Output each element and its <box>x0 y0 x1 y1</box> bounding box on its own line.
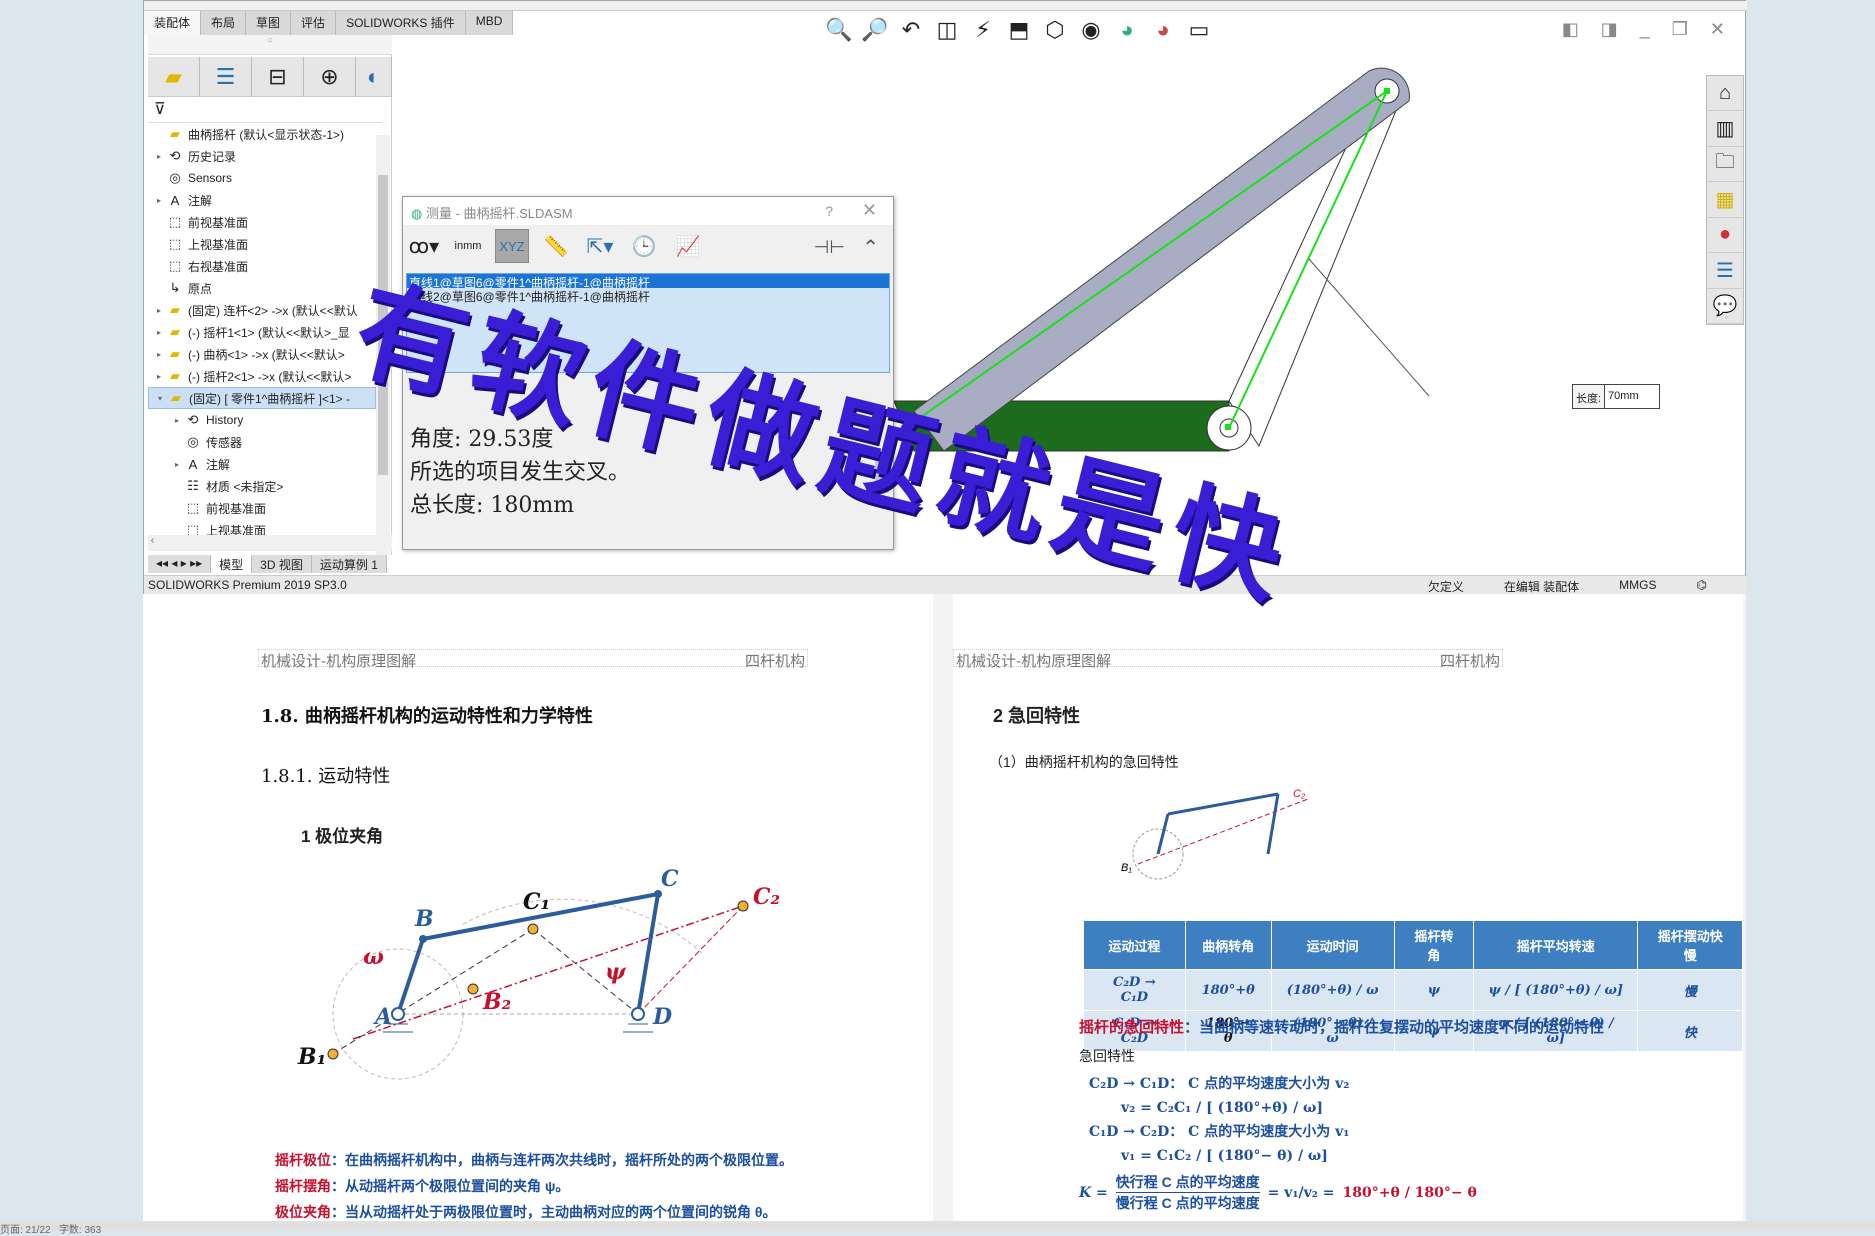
page-left: 机械设计-机构原理图解 四杆机构 1.8. 曲柄摇杆机构的运动特性和力学特性 1… <box>143 594 933 1231</box>
label-psi: ψ <box>605 959 627 985</box>
label-c2: C₂ <box>753 884 780 910</box>
pin-icon[interactable]: ⊣⊢ <box>814 237 845 258</box>
collapse-icon[interactable]: ⌃ <box>862 235 879 260</box>
results-scrollbar[interactable] <box>875 453 889 493</box>
label-c: C <box>661 866 679 892</box>
topic-heading: 1 极位夹角 <box>301 827 384 846</box>
solidworks-resources-icon[interactable]: ⌂ <box>1707 76 1743 112</box>
selection-item[interactable]: 直线2@草图6@零件1^曲柄摇杆-1@曲柄摇杆 <box>407 288 889 304</box>
quick-return-label: 急回特性 <box>1079 1048 1135 1064</box>
svg-text:B₁: B₁ <box>1121 862 1132 874</box>
measure-history-icon[interactable]: 🕒 <box>627 229 661 263</box>
measure-dialog: ◍ 测量 - 曲柄摇杆.SLDASM ? ✕ ꝏ▾ in mm XYZ 📏 ⇱▾ … <box>402 196 894 550</box>
formula-block: C₂D → C₁D： C 点的平均速度大小为 v₂ v₂ = C₂C₁ / [ … <box>1089 1076 1350 1164</box>
task-pane: ⌂ ▥ 🗀 ▦ ● ☰ 💬 <box>1706 75 1744 325</box>
view-palette-icon[interactable]: ▦ <box>1707 182 1743 218</box>
label-a: A <box>373 1004 392 1030</box>
length-callout: 长度: 70mm <box>1572 384 1660 409</box>
point-to-point-icon[interactable]: 📏 <box>539 229 573 263</box>
k-formula: K = 快行程 C 点的平均速度 慢行程 C 点的平均速度 = v₁/v₂ = 1… <box>1079 1174 1477 1211</box>
show-xyz-icon[interactable]: XYZ <box>495 229 529 263</box>
units-precision-button[interactable]: in mm <box>451 229 485 263</box>
section-heading: 2 急回特性 <box>993 706 1081 726</box>
selection-list[interactable]: 直线1@草图6@零件1^曲柄摇杆-1@曲柄摇杆 直线2@草图6@零件1^曲柄摇杆… <box>406 273 890 373</box>
projection-icon[interactable]: ⇱▾ <box>583 229 617 263</box>
table-header-row: 运动过程 曲柄转角 运动时间 摇杆转角 摇杆平均转速 摇杆摆动快慢 <box>1083 920 1743 970</box>
label-b2: B₂ <box>482 989 511 1015</box>
page-header: 机械设计-机构原理图解 四杆机构 <box>258 649 808 670</box>
label-b1: B₁ <box>297 1044 326 1070</box>
subsection-heading: 1.8.1. 运动特性 <box>261 766 391 787</box>
quick-return-diagram: C₂ B₁ <box>1121 788 1309 880</box>
callout-label: 长度: <box>1573 385 1606 408</box>
help-button[interactable]: ? <box>825 203 833 219</box>
definition-2: 摇杆摆角：从动摇杆两个极限位置间的夹角 ψ。 <box>275 1178 570 1194</box>
measure-icon: ◍ <box>411 206 423 221</box>
callout-value: 70mm <box>1608 390 1639 402</box>
file-explorer-icon[interactable]: 🗀 <box>1707 147 1743 183</box>
callout-leader <box>1308 258 1430 397</box>
definition-1: 摇杆极位：在曲柄摇杆机构中，曲柄与连杆两次共线时，摇杆所处的两个极限位置。 <box>275 1152 793 1168</box>
linkage-model <box>893 67 1430 452</box>
table-row: C₂D → C₁D 180°+θ (180°+θ) / ωψψ / [ (180°+… <box>1083 969 1743 1011</box>
solidworks-window: 装配体 布局 草图 评估 SOLIDWORKS 插件 MBD ○ ▰ ☰ ⊟ ⊕… <box>143 0 1747 595</box>
custom-properties-icon[interactable]: ☰ <box>1707 253 1743 289</box>
definition-3: 极位夹角：当从动摇杆处于两极限位置时，主动曲柄对应的两个位置间的锐角 θ。 <box>275 1204 777 1220</box>
page-header: 机械设计-机构原理图解 四杆机构 <box>953 649 1503 670</box>
graphics-area[interactable]: AA <box>144 1 1747 595</box>
subsection-heading: （1）曲柄摇杆机构的急回特性 <box>989 754 1179 770</box>
appearances-icon[interactable]: ● <box>1707 218 1743 254</box>
measure-toolbar: ꝏ▾ in mm XYZ 📏 ⇱▾ 🕒 📈 <box>407 227 705 265</box>
label-omega: ω <box>363 944 384 970</box>
section-heading: 1.8. 曲柄摇杆机构的运动特性和力学特性 <box>261 706 593 727</box>
design-library-icon[interactable]: ▥ <box>1707 111 1743 147</box>
document-area: 机械设计-机构原理图解 四杆机构 1.8. 曲柄摇杆机构的运动特性和力学特性 1… <box>143 594 1746 1231</box>
svg-text:C₂: C₂ <box>1293 788 1306 800</box>
result-intersect: 所选的项目发生交叉。 <box>410 460 631 485</box>
page-right: 机械设计-机构原理图解 四杆机构 2 急回特性 （1）曲柄摇杆机构的急回特性 C… <box>953 594 1743 1231</box>
close-button[interactable]: ✕ <box>862 200 877 221</box>
limit-position-diagram: B C₁ C C₂ ω B₂ ψ B₁ A D <box>297 866 780 1080</box>
arc-circle-measure-icon[interactable]: ꝏ▾ <box>407 229 441 263</box>
label-b: B <box>414 906 434 932</box>
dialog-title: ◍ 测量 - 曲柄摇杆.SLDASM <box>403 197 893 225</box>
create-sensor-icon[interactable]: 📈 <box>671 229 705 263</box>
result-total-length: 总长度: 180mm <box>410 493 575 518</box>
result-angle: 角度: 29.53度 <box>410 427 554 452</box>
quick-return-definition: 摇杆的急回特性：当曲柄等速转动时，摇杆往复摆动的平均速度不同的运动特性 <box>1079 1019 1605 1036</box>
measure-results: 角度: 29.53度 所选的项目发生交叉。 总长度: 180mm <box>406 423 890 547</box>
label-c1: C₁ <box>523 889 550 915</box>
selection-item[interactable]: 直线1@草图6@零件1^曲柄摇杆-1@曲柄摇杆 <box>407 274 889 290</box>
forum-icon[interactable]: 💬 <box>1707 289 1743 324</box>
label-d: D <box>652 1004 672 1030</box>
word-status-bar: 页面: 21/22 字数: 363 <box>0 1221 1875 1236</box>
